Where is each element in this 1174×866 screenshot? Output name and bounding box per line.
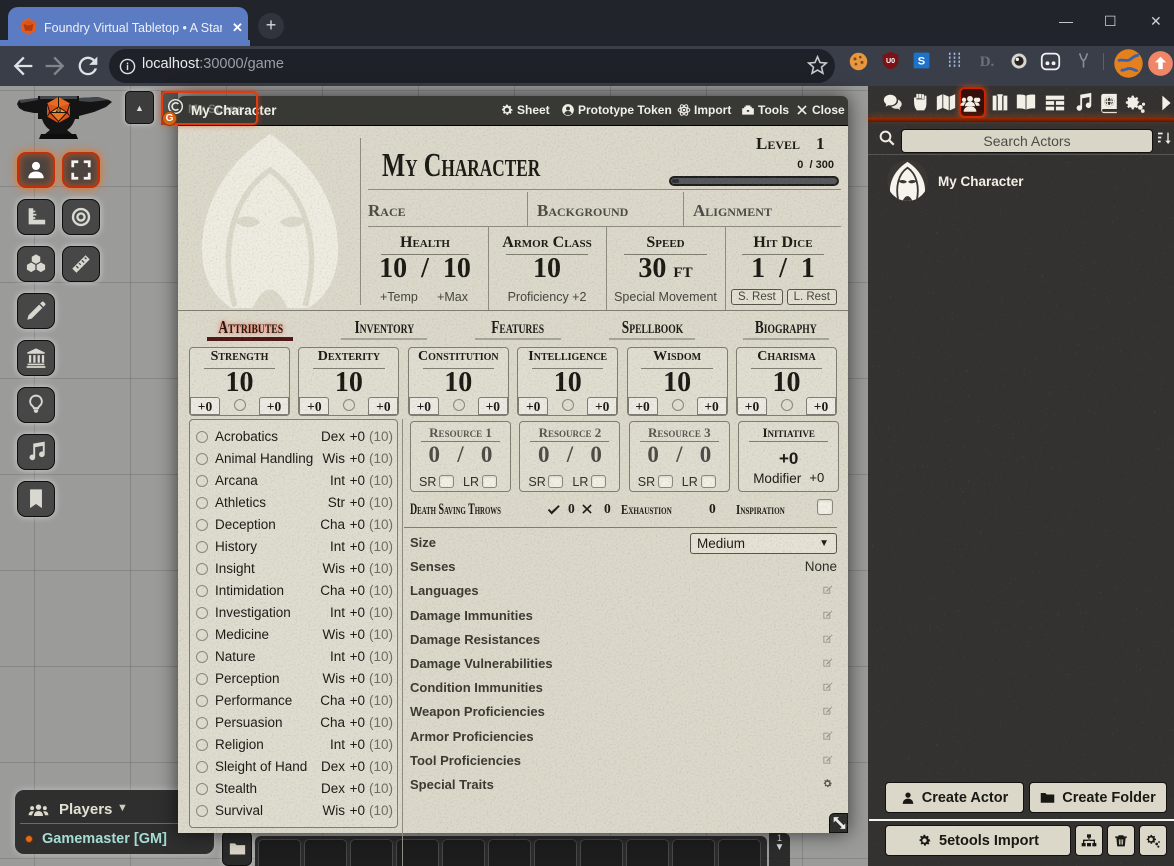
svg-text:D.: D. — [980, 54, 995, 70]
svg-text:20: 20 — [56, 108, 62, 114]
svg-text:S: S — [918, 55, 925, 67]
svg-text:U0: U0 — [886, 57, 895, 65]
